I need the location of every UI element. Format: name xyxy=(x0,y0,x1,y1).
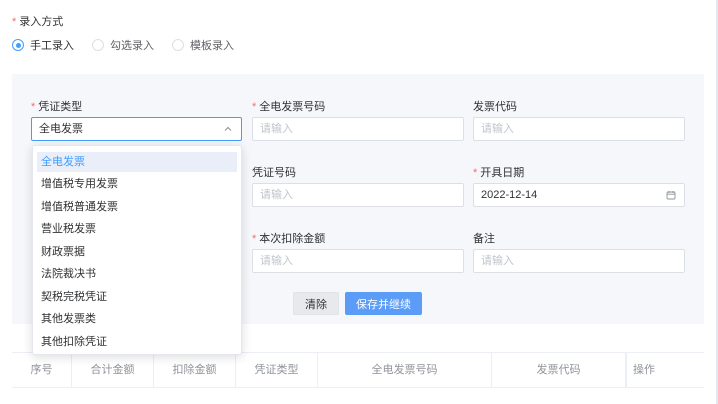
column-header-index[interactable]: 序号 xyxy=(12,353,72,388)
column-header-total-amount[interactable]: 合计金额 xyxy=(72,353,154,388)
required-mark: * xyxy=(252,101,257,113)
placeholder: 请输入 xyxy=(481,123,514,135)
column-header-einvoice-number[interactable]: 全电发票号码 xyxy=(318,353,492,388)
radio-select-entry[interactable]: 勾选录入 xyxy=(92,37,154,53)
radio-dot[interactable] xyxy=(12,39,24,51)
dropdown-option[interactable]: 全电发票 xyxy=(37,152,237,172)
radio-manual-entry[interactable]: 手工录入 xyxy=(12,37,74,53)
remark-input[interactable]: 请输入 xyxy=(473,249,685,273)
placeholder: 请输入 xyxy=(260,123,293,135)
required-mark: * xyxy=(31,101,36,113)
radio-label: 模板录入 xyxy=(190,40,234,52)
save-and-continue-button[interactable]: 保存并继续 xyxy=(345,292,422,315)
placeholder: 请输入 xyxy=(481,255,514,267)
radio-dot[interactable] xyxy=(172,39,184,51)
entry-mode-label-text: 录入方式 xyxy=(19,16,64,28)
chevron-up-icon xyxy=(223,118,233,140)
table-header: 序号 合计金额 扣除金额 凭证类型 全电发票号码 发票代码 操作 xyxy=(12,352,704,388)
radio-label: 手工录入 xyxy=(30,40,74,52)
clear-button[interactable]: 清除 xyxy=(293,292,339,315)
dropdown-option[interactable]: 其他扣除凭证 xyxy=(37,332,237,352)
voucher-type-select[interactable]: 全电发票 xyxy=(31,117,242,141)
dropdown-option[interactable]: 法院裁决书 xyxy=(37,264,237,284)
voucher-type-value: 全电发票 xyxy=(39,123,83,135)
required-mark: * xyxy=(473,167,478,179)
dropdown-option[interactable]: 增值税普通发票 xyxy=(37,197,237,217)
radio-template-entry[interactable]: 模板录入 xyxy=(172,37,234,53)
voucher-number-label: 凭证号码 xyxy=(252,164,296,180)
deduction-amount-input[interactable]: 请输入 xyxy=(252,249,464,273)
required-mark: * xyxy=(12,16,17,28)
voucher-number-input[interactable]: 请输入 xyxy=(252,183,464,207)
einvoice-number-label: * 全电发票号码 xyxy=(252,98,325,114)
calendar-icon[interactable] xyxy=(666,184,676,206)
dropdown-option[interactable]: 增值税专用发票 xyxy=(37,174,237,194)
invoice-code-input[interactable]: 请输入 xyxy=(473,117,685,141)
dropdown-option[interactable]: 营业税发票 xyxy=(37,219,237,239)
placeholder: 请输入 xyxy=(260,255,293,267)
column-header-voucher-type[interactable]: 凭证类型 xyxy=(236,353,318,388)
einvoice-number-input[interactable]: 请输入 xyxy=(252,117,464,141)
entry-mode-label: * 录入方式 xyxy=(12,13,63,29)
dropdown-option[interactable]: 契税完税凭证 xyxy=(37,287,237,307)
invoice-code-label: 发票代码 xyxy=(473,98,517,114)
issue-date-label-text: 开具日期 xyxy=(480,167,525,179)
voucher-type-label-text: 凭证类型 xyxy=(38,101,83,113)
column-header-invoice-code[interactable]: 发票代码 xyxy=(492,353,626,388)
placeholder: 请输入 xyxy=(260,189,293,201)
column-header-actions: 操作 xyxy=(626,353,704,388)
column-header-deduction-amount[interactable]: 扣除金额 xyxy=(154,353,236,388)
voucher-type-dropdown: 全电发票 增值税专用发票 增值税普通发票 营业税发票 财政票据 法院裁决书 契税… xyxy=(32,145,242,355)
issue-date-label: * 开具日期 xyxy=(473,164,524,180)
voucher-number-label-text: 凭证号码 xyxy=(252,167,296,179)
deduction-amount-label: * 本次扣除金额 xyxy=(252,230,325,246)
deduction-amount-label-text: 本次扣除金额 xyxy=(259,233,326,245)
required-mark: * xyxy=(252,233,257,245)
radio-dot[interactable] xyxy=(92,39,104,51)
issue-date-picker[interactable]: 2022-12-14 xyxy=(473,183,685,207)
issue-date-value: 2022-12-14 xyxy=(481,189,538,201)
invoice-code-label-text: 发票代码 xyxy=(473,101,517,113)
einvoice-number-label-text: 全电发票号码 xyxy=(259,101,326,113)
voucher-type-label: * 凭证类型 xyxy=(31,98,82,114)
remark-label: 备注 xyxy=(473,230,495,246)
entry-mode-radio-group: 手工录入 勾选录入 模板录入 xyxy=(12,37,252,53)
dropdown-option[interactable]: 财政票据 xyxy=(37,242,237,262)
radio-label: 勾选录入 xyxy=(110,40,154,52)
remark-label-text: 备注 xyxy=(473,233,495,245)
dropdown-option[interactable]: 其他发票类 xyxy=(37,309,237,329)
